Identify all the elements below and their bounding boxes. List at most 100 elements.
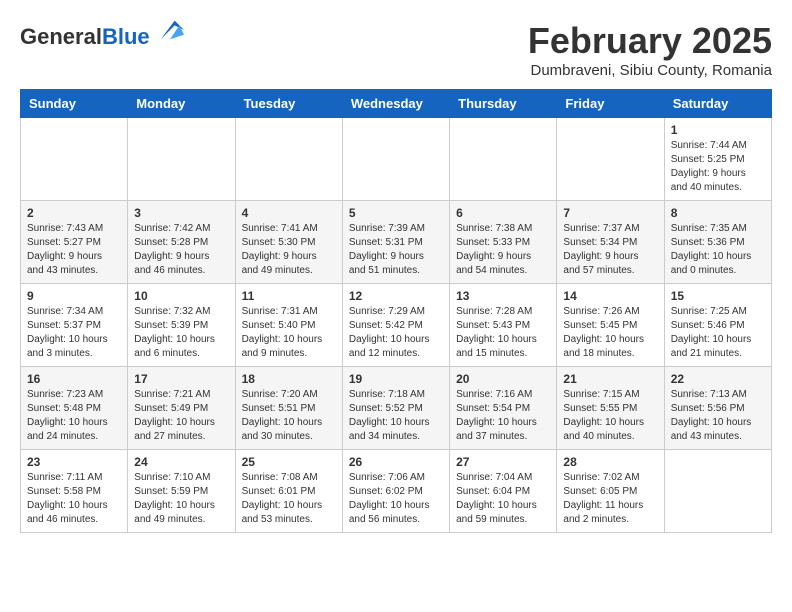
day-number: 12 (349, 289, 443, 303)
calendar-day-cell: 24 Sunrise: 7:10 AM Sunset: 5:59 PM Dayli… (128, 450, 235, 533)
day-number: 2 (27, 206, 121, 220)
day-info: Sunrise: 7:37 AM Sunset: 5:34 PM Dayligh… (563, 222, 657, 278)
calendar-day-cell: 7 Sunrise: 7:37 AM Sunset: 5:34 PM Daylig… (557, 201, 664, 284)
calendar-day-cell: 23 Sunrise: 7:11 AM Sunset: 5:58 PM Dayli… (21, 450, 128, 533)
calendar-week-row: 9 Sunrise: 7:34 AM Sunset: 5:37 PM Daylig… (21, 284, 772, 367)
calendar-day-cell: 4 Sunrise: 7:41 AM Sunset: 5:30 PM Daylig… (235, 201, 342, 284)
calendar-table: SundayMondayTuesdayWednesdayThursdayFrid… (20, 89, 772, 533)
calendar-day-cell: 8Sunrise: 7:35 AM Sunset: 5:36 PM Daylig… (664, 201, 771, 284)
day-number: 7 (563, 206, 657, 220)
calendar-day-cell: 22 Sunrise: 7:13 AM Sunset: 5:56 PM Dayli… (664, 367, 771, 450)
calendar-day-cell (128, 118, 235, 201)
calendar-day-cell (235, 118, 342, 201)
calendar-week-row: 1 Sunrise: 7:44 AM Sunset: 5:25 PM Daylig… (21, 118, 772, 201)
day-number: 23 (27, 455, 121, 469)
day-info: Sunrise: 7:34 AM Sunset: 5:37 PM Dayligh… (27, 305, 121, 361)
calendar-day-cell: 15 Sunrise: 7:25 AM Sunset: 5:46 PM Dayli… (664, 284, 771, 367)
day-info: Sunrise: 7:04 AM Sunset: 6:04 PM Dayligh… (456, 471, 550, 527)
calendar-day-cell: 9 Sunrise: 7:34 AM Sunset: 5:37 PM Daylig… (21, 284, 128, 367)
day-info: Sunrise: 7:10 AM Sunset: 5:59 PM Dayligh… (134, 471, 228, 527)
calendar-day-cell: 25 Sunrise: 7:08 AM Sunset: 6:01 PM Dayli… (235, 450, 342, 533)
day-info: Sunrise: 7:18 AM Sunset: 5:52 PM Dayligh… (349, 388, 443, 444)
calendar-day-cell (664, 450, 771, 533)
day-number: 25 (242, 455, 336, 469)
day-number: 21 (563, 372, 657, 386)
calendar-weekday-header: Tuesday (235, 90, 342, 118)
day-info: Sunrise: 7:21 AM Sunset: 5:49 PM Dayligh… (134, 388, 228, 444)
calendar-header-row: SundayMondayTuesdayWednesdayThursdayFrid… (21, 90, 772, 118)
day-info: Sunrise: 7:38 AM Sunset: 5:33 PM Dayligh… (456, 222, 550, 278)
location-subtitle: Dumbraveni, Sibiu County, Romania (528, 62, 772, 79)
day-number: 10 (134, 289, 228, 303)
calendar-weekday-header: Friday (557, 90, 664, 118)
calendar-week-row: 16 Sunrise: 7:23 AM Sunset: 5:48 PM Dayli… (21, 367, 772, 450)
calendar-day-cell: 18 Sunrise: 7:20 AM Sunset: 5:51 PM Dayli… (235, 367, 342, 450)
calendar-week-row: 2 Sunrise: 7:43 AM Sunset: 5:27 PM Daylig… (21, 201, 772, 284)
day-number: 6 (456, 206, 550, 220)
page-header: GeneralBlue February 2025 Dumbraveni, Si… (20, 20, 772, 79)
month-title: February 2025 (528, 20, 772, 62)
day-number: 24 (134, 455, 228, 469)
day-info: Sunrise: 7:02 AM Sunset: 6:05 PM Dayligh… (563, 471, 657, 527)
calendar-weekday-header: Thursday (450, 90, 557, 118)
title-block: February 2025 Dumbraveni, Sibiu County, … (528, 20, 772, 79)
day-number: 20 (456, 372, 550, 386)
calendar-day-cell: 19 Sunrise: 7:18 AM Sunset: 5:52 PM Dayli… (342, 367, 449, 450)
day-number: 3 (134, 206, 228, 220)
calendar-week-row: 23 Sunrise: 7:11 AM Sunset: 5:58 PM Dayli… (21, 450, 772, 533)
day-info: Sunrise: 7:28 AM Sunset: 5:43 PM Dayligh… (456, 305, 550, 361)
day-info: Sunrise: 7:20 AM Sunset: 5:51 PM Dayligh… (242, 388, 336, 444)
day-info: Sunrise: 7:43 AM Sunset: 5:27 PM Dayligh… (27, 222, 121, 278)
calendar-day-cell: 26Sunrise: 7:06 AM Sunset: 6:02 PM Dayli… (342, 450, 449, 533)
logo-blue-text: Blue (102, 24, 150, 49)
calendar-day-cell: 20 Sunrise: 7:16 AM Sunset: 5:54 PM Dayli… (450, 367, 557, 450)
day-info: Sunrise: 7:41 AM Sunset: 5:30 PM Dayligh… (242, 222, 336, 278)
logo: GeneralBlue (20, 20, 184, 50)
calendar-day-cell: 16 Sunrise: 7:23 AM Sunset: 5:48 PM Dayli… (21, 367, 128, 450)
day-info: Sunrise: 7:08 AM Sunset: 6:01 PM Dayligh… (242, 471, 336, 527)
day-number: 22 (671, 372, 765, 386)
calendar-weekday-header: Monday (128, 90, 235, 118)
calendar-day-cell (450, 118, 557, 201)
calendar-day-cell: 17 Sunrise: 7:21 AM Sunset: 5:49 PM Dayli… (128, 367, 235, 450)
day-info: Sunrise: 7:11 AM Sunset: 5:58 PM Dayligh… (27, 471, 121, 527)
day-info: Sunrise: 7:35 AM Sunset: 5:36 PM Dayligh… (671, 222, 765, 278)
day-info: Sunrise: 7:23 AM Sunset: 5:48 PM Dayligh… (27, 388, 121, 444)
day-number: 9 (27, 289, 121, 303)
day-info: Sunrise: 7:16 AM Sunset: 5:54 PM Dayligh… (456, 388, 550, 444)
day-info: Sunrise: 7:25 AM Sunset: 5:46 PM Dayligh… (671, 305, 765, 361)
day-number: 18 (242, 372, 336, 386)
calendar-day-cell: 14Sunrise: 7:26 AM Sunset: 5:45 PM Dayli… (557, 284, 664, 367)
day-number: 1 (671, 123, 765, 137)
day-number: 19 (349, 372, 443, 386)
day-number: 4 (242, 206, 336, 220)
day-info: Sunrise: 7:42 AM Sunset: 5:28 PM Dayligh… (134, 222, 228, 278)
day-number: 28 (563, 455, 657, 469)
day-info: Sunrise: 7:29 AM Sunset: 5:42 PM Dayligh… (349, 305, 443, 361)
calendar-day-cell: 11Sunrise: 7:31 AM Sunset: 5:40 PM Dayli… (235, 284, 342, 367)
day-number: 27 (456, 455, 550, 469)
calendar-day-cell: 28 Sunrise: 7:02 AM Sunset: 6:05 PM Dayli… (557, 450, 664, 533)
day-info: Sunrise: 7:32 AM Sunset: 5:39 PM Dayligh… (134, 305, 228, 361)
day-number: 17 (134, 372, 228, 386)
calendar-day-cell: 21Sunrise: 7:15 AM Sunset: 5:55 PM Dayli… (557, 367, 664, 450)
calendar-day-cell: 12 Sunrise: 7:29 AM Sunset: 5:42 PM Dayli… (342, 284, 449, 367)
calendar-weekday-header: Wednesday (342, 90, 449, 118)
day-number: 15 (671, 289, 765, 303)
day-info: Sunrise: 7:13 AM Sunset: 5:56 PM Dayligh… (671, 388, 765, 444)
calendar-day-cell (557, 118, 664, 201)
day-info: Sunrise: 7:39 AM Sunset: 5:31 PM Dayligh… (349, 222, 443, 278)
calendar-day-cell (21, 118, 128, 201)
calendar-day-cell: 10 Sunrise: 7:32 AM Sunset: 5:39 PM Dayli… (128, 284, 235, 367)
day-number: 5 (349, 206, 443, 220)
logo-general-text: General (20, 24, 102, 49)
day-info: Sunrise: 7:31 AM Sunset: 5:40 PM Dayligh… (242, 305, 336, 361)
day-number: 16 (27, 372, 121, 386)
day-number: 26 (349, 455, 443, 469)
day-info: Sunrise: 7:44 AM Sunset: 5:25 PM Dayligh… (671, 139, 765, 195)
calendar-day-cell: 5 Sunrise: 7:39 AM Sunset: 5:31 PM Daylig… (342, 201, 449, 284)
calendar-day-cell: 1 Sunrise: 7:44 AM Sunset: 5:25 PM Daylig… (664, 118, 771, 201)
day-number: 14 (563, 289, 657, 303)
calendar-day-cell: 3 Sunrise: 7:42 AM Sunset: 5:28 PM Daylig… (128, 201, 235, 284)
calendar-weekday-header: Sunday (21, 90, 128, 118)
